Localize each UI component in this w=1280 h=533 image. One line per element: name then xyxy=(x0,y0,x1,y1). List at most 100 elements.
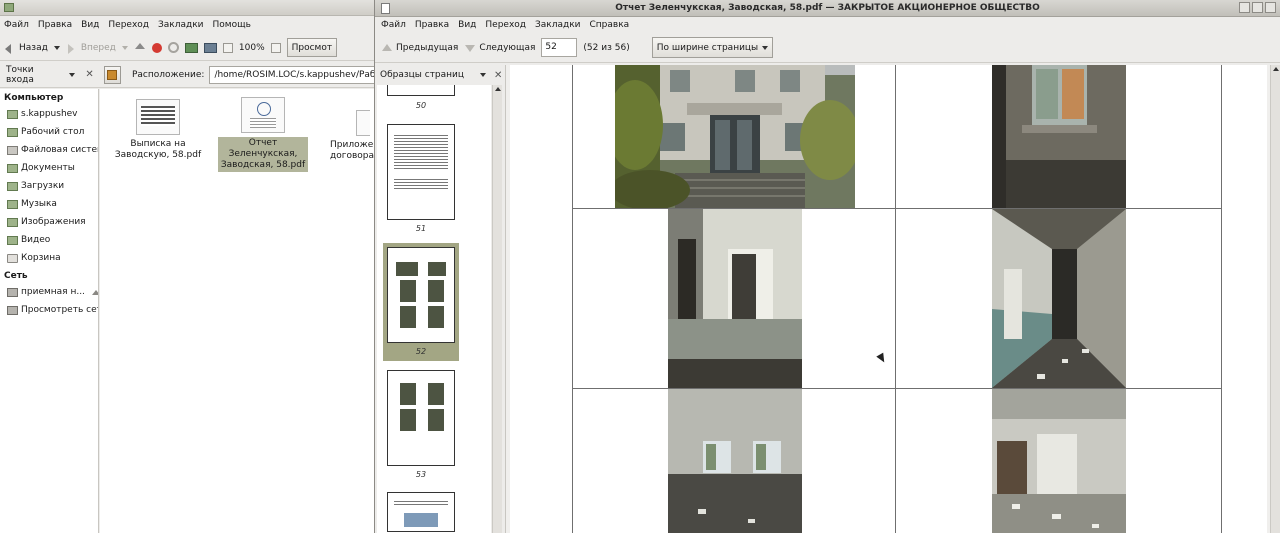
thumbnail-photo xyxy=(400,409,416,431)
sidebar-item-videos[interactable]: Видео xyxy=(0,231,98,249)
thumbnails-scrollbar[interactable] xyxy=(492,85,502,533)
sidebar-item-label: Загрузки xyxy=(21,181,65,191)
maximize-icon[interactable] xyxy=(1252,2,1263,13)
eject-icon[interactable] xyxy=(91,289,98,295)
network-icon xyxy=(7,305,18,315)
panel-mode-dropdown-icon[interactable] xyxy=(480,73,487,80)
view-mode-label: Просмот xyxy=(291,42,333,53)
page-number-input[interactable]: 52 xyxy=(541,38,578,57)
document-view[interactable] xyxy=(506,65,1280,533)
forward-history-dropdown-icon[interactable] xyxy=(121,45,128,53)
menu-file[interactable]: Файл xyxy=(4,20,29,30)
file-manager-menubar: Файл Правка Вид Переход Закладки Помощь xyxy=(0,16,376,34)
menu-edit[interactable]: Правка xyxy=(38,20,72,30)
menu-edit[interactable]: Правка xyxy=(415,20,449,30)
sidebar-item-home[interactable]: s.kappushev xyxy=(0,105,98,123)
sidebar-item-pictures[interactable]: Изображения xyxy=(0,213,98,231)
sidebar-item-browse-network[interactable]: Просмотреть сеть xyxy=(0,301,98,319)
sidebar-item-filesystem[interactable]: Файловая система xyxy=(0,141,98,159)
drive-icon xyxy=(7,145,18,155)
pdf-viewer-titlebar[interactable]: Отчет Зеленчукская, Заводская, 58.pdf — … xyxy=(375,0,1280,17)
computer-icon[interactable] xyxy=(203,42,217,53)
thumbnail-page-53[interactable] xyxy=(387,370,455,466)
file-item-selected[interactable]: Отчет Зеленчукская, Заводская, 58.pdf xyxy=(218,97,308,172)
window-title: Отчет Зеленчукская, Заводская, 58.pdf — … xyxy=(615,3,1040,13)
stop-icon[interactable] xyxy=(151,42,162,53)
sidebar-item-label: Рабочий стол xyxy=(21,127,85,137)
menu-view[interactable]: Вид xyxy=(458,20,476,30)
close-panel-icon[interactable]: ✕ xyxy=(494,70,502,81)
scroll-up-icon[interactable] xyxy=(1272,67,1279,71)
location-bar: Точки входа ✕ Расположение: /home/ROSIM.… xyxy=(0,62,376,88)
folder-icon xyxy=(7,235,18,245)
room-window-photo xyxy=(992,65,1126,208)
places-dropdown-icon[interactable] xyxy=(69,72,76,80)
sidebar-item-downloads[interactable]: Загрузки xyxy=(0,177,98,195)
trash-icon xyxy=(7,253,18,263)
file-manager-window: Файл Правка Вид Переход Закладки Помощь … xyxy=(0,0,383,533)
folder-icon xyxy=(7,199,18,209)
thumbnail-photo xyxy=(428,306,444,328)
previous-page-button[interactable]: Предыдущая xyxy=(381,42,458,54)
file-view: Выписка на Заводскую, 58.pdf Отчет Зеленч… xyxy=(100,89,383,533)
menu-go[interactable]: Переход xyxy=(485,20,526,30)
thumbnail-photo xyxy=(400,306,416,328)
thumbnail-text xyxy=(394,179,448,189)
menu-bookmarks[interactable]: Закладки xyxy=(535,20,581,30)
thumbnail-page-51[interactable] xyxy=(387,124,455,220)
thumbnail-page-54[interactable] xyxy=(387,492,455,532)
corridor-photo xyxy=(992,209,1126,388)
menu-help[interactable]: Помощь xyxy=(213,20,251,30)
home-icon[interactable] xyxy=(184,42,198,53)
menu-bookmarks[interactable]: Закладки xyxy=(158,20,204,30)
reload-icon[interactable] xyxy=(167,42,179,53)
menu-view[interactable]: Вид xyxy=(81,20,99,30)
menu-file[interactable]: Файл xyxy=(381,20,406,30)
thumbnail-text xyxy=(394,501,448,507)
folder-icon xyxy=(7,217,18,227)
sidebar-item-network-share[interactable]: приемная н... xyxy=(0,283,98,301)
building-facade-photo xyxy=(615,65,855,208)
file-manager-titlebar[interactable] xyxy=(0,0,376,16)
close-pane-icon[interactable]: ✕ xyxy=(85,69,93,80)
file-item[interactable]: Выписка на Заводскую, 58.pdf xyxy=(113,99,203,161)
back-history-dropdown-icon[interactable] xyxy=(53,45,60,53)
table-border xyxy=(572,65,573,533)
view-mode-select[interactable]: Просмот xyxy=(286,38,338,57)
thumbnail-photo xyxy=(404,513,438,527)
scroll-up-icon[interactable] xyxy=(494,87,501,91)
zoom-out-icon[interactable] xyxy=(222,42,233,53)
up-arrow-icon[interactable] xyxy=(134,42,146,54)
sidebar-item-music[interactable]: Музыка xyxy=(0,195,98,213)
table-border xyxy=(895,65,896,533)
sidebar-item-desktop[interactable]: Рабочий стол xyxy=(0,123,98,141)
empty-room-photo xyxy=(668,389,802,533)
mouse-pointer-icon xyxy=(876,352,888,365)
edit-location-button[interactable] xyxy=(103,65,121,84)
zoom-mode-select[interactable]: По ширине страницы xyxy=(651,37,774,58)
thumbnail-photo xyxy=(428,280,444,302)
zoom-mode-label: По ширине страницы xyxy=(656,42,759,53)
sidebar-section-computer: Компьютер xyxy=(4,93,64,103)
sidebar-item-trash[interactable]: Корзина xyxy=(0,249,98,267)
sidebar-item-label: s.kappushev xyxy=(21,109,78,119)
zoom-in-icon[interactable] xyxy=(270,42,281,53)
sidebar-item-label: Документы xyxy=(21,163,75,173)
menu-help[interactable]: Справка xyxy=(590,20,630,30)
back-button[interactable]: Назад xyxy=(4,42,48,54)
file-name: Выписка на Заводскую, 58.pdf xyxy=(114,139,202,160)
close-icon[interactable] xyxy=(1265,2,1276,13)
minimize-icon[interactable] xyxy=(1239,2,1250,13)
places-selector-label[interactable]: Точки входа xyxy=(6,65,61,85)
document-scrollbar[interactable] xyxy=(1270,65,1280,533)
page-count-label: (52 из 56) xyxy=(583,42,630,53)
next-page-button[interactable]: Следующая xyxy=(464,42,535,54)
network-share-icon xyxy=(7,287,18,297)
next-page-label: Следующая xyxy=(479,42,536,53)
location-path-input[interactable]: /home/ROSIM.LOC/s.kappushev/Рабочий стол xyxy=(209,65,376,84)
menu-go[interactable]: Переход xyxy=(108,20,149,30)
thumbnail-page-52[interactable] xyxy=(387,247,455,343)
forward-button[interactable]: Вперед xyxy=(66,42,116,54)
thumbnail-page-50[interactable] xyxy=(387,85,455,96)
sidebar-item-documents[interactable]: Документы xyxy=(0,159,98,177)
